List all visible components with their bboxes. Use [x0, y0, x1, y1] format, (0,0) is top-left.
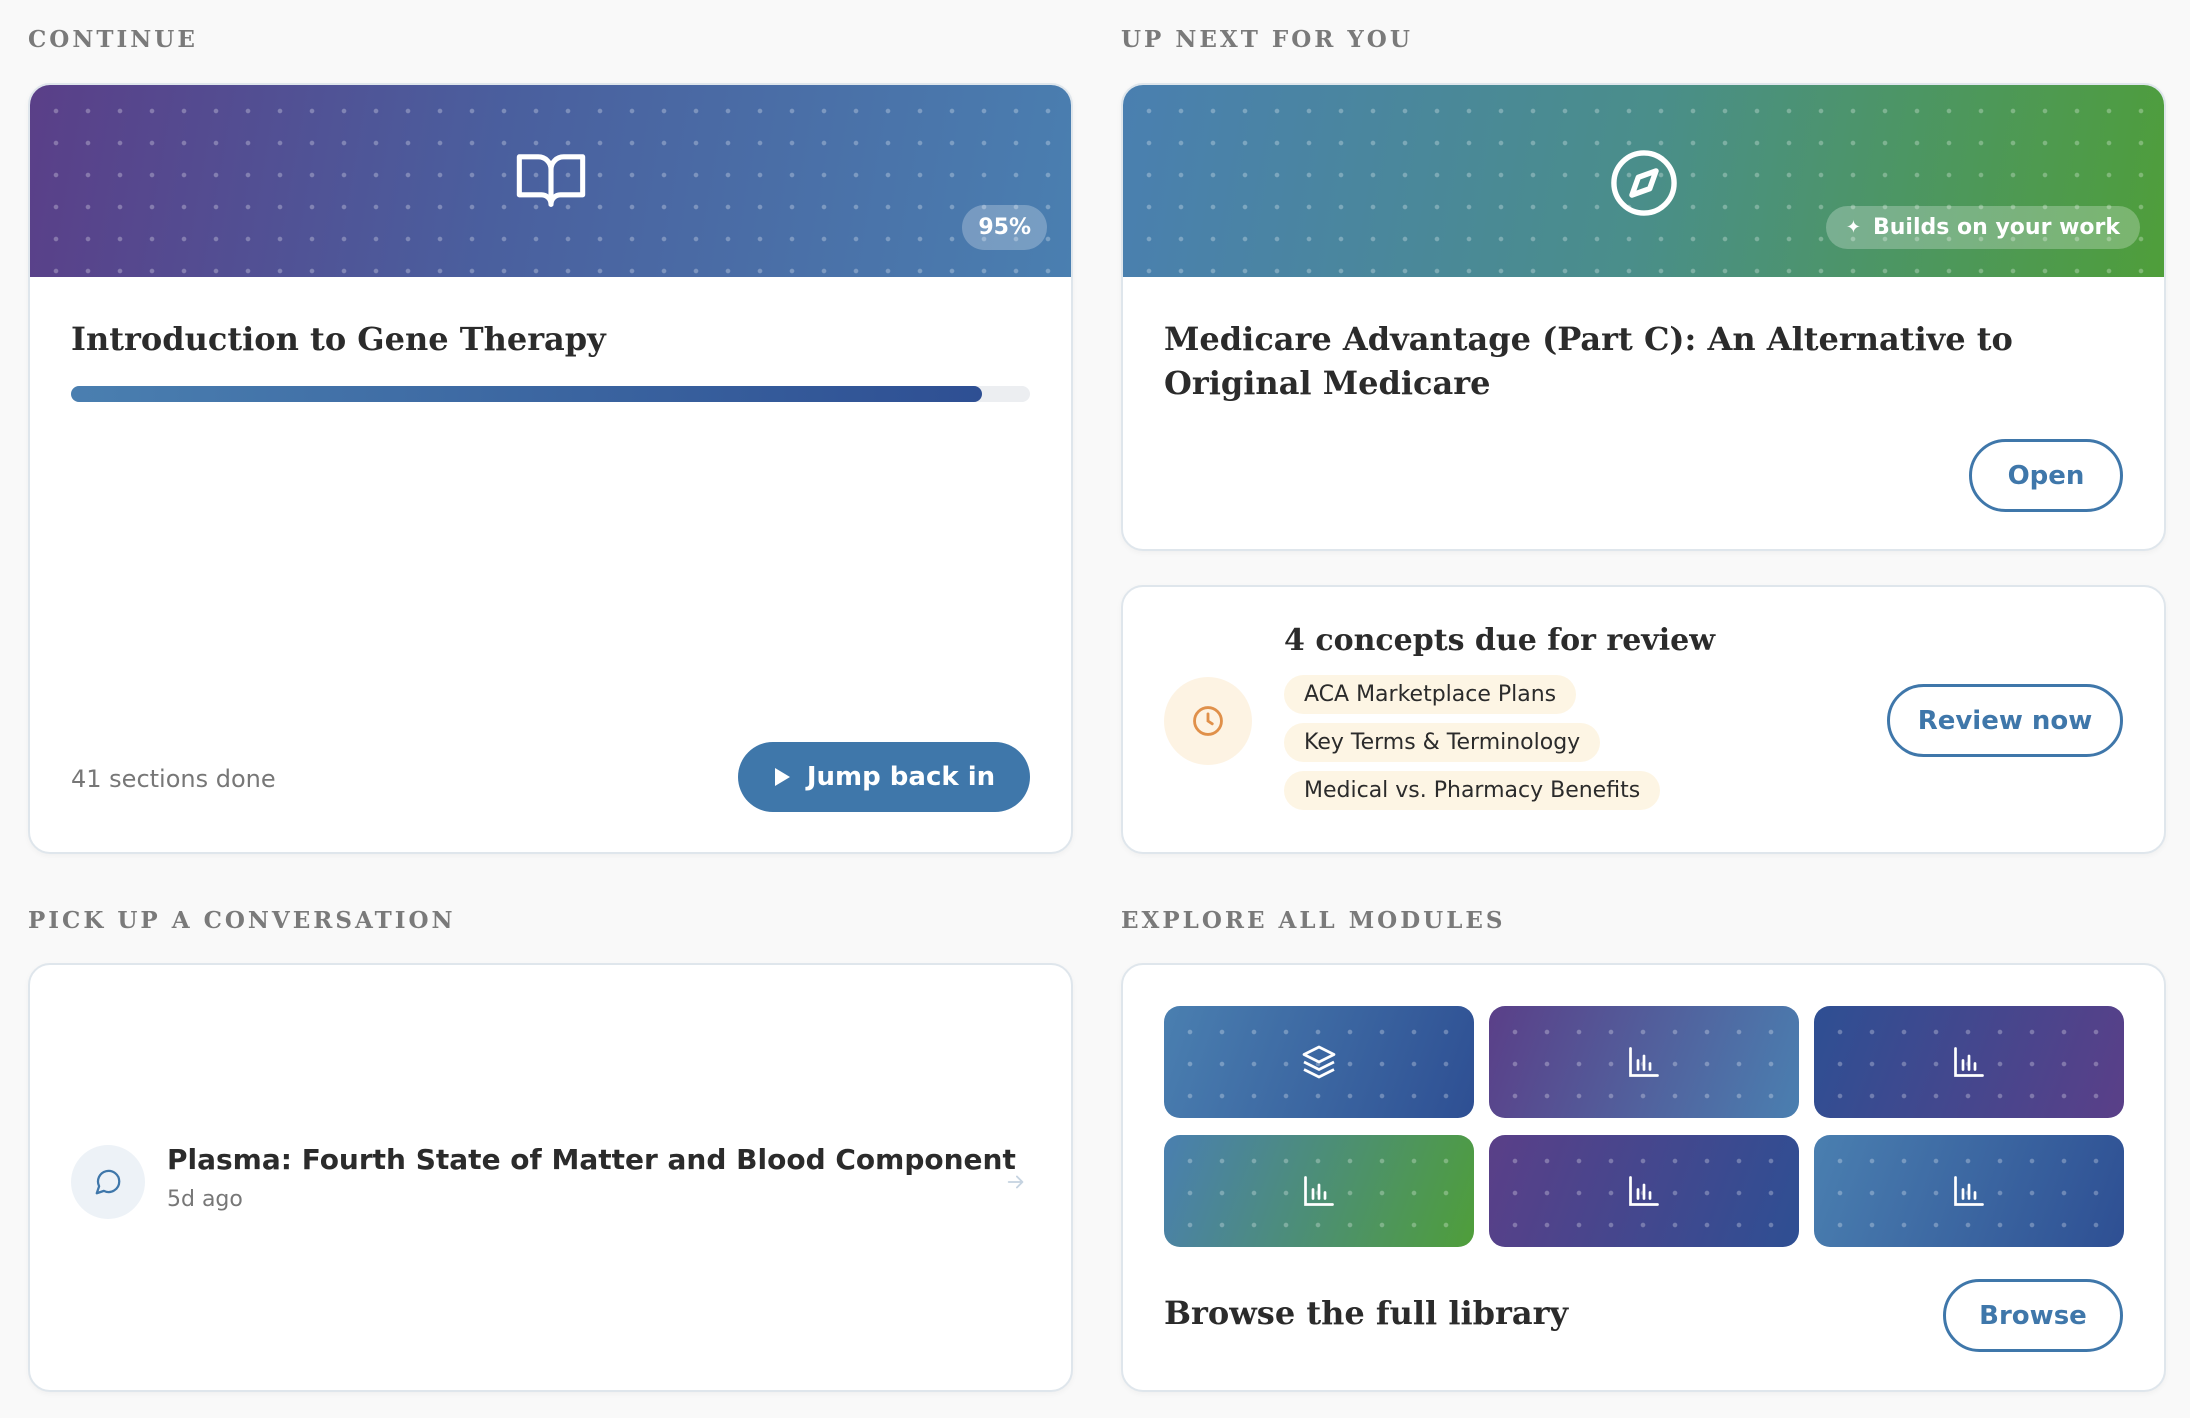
- review-card[interactable]: 4 concepts due for review ACA Marketplac…: [1121, 585, 2166, 854]
- bar-chart-icon: [1954, 1047, 1984, 1077]
- section-label-up-next: UP NEXT FOR YOU: [1121, 26, 1413, 53]
- explore-card[interactable]: Browse the full library Browse: [1121, 963, 2166, 1392]
- continue-banner: 95%: [30, 85, 1071, 277]
- clock-icon: [1193, 706, 1223, 736]
- jump-back-in-button[interactable]: Jump back in: [738, 742, 1030, 812]
- compass-icon: [1610, 150, 1677, 216]
- up-next-banner: ✦ Builds on your work: [1123, 85, 2164, 277]
- review-title: 4 concepts due for review: [1284, 623, 1716, 658]
- bar-chart-icon: [1304, 1176, 1334, 1206]
- review-now-button[interactable]: Review now: [1887, 684, 2123, 757]
- module-tile[interactable]: [1814, 1135, 2124, 1247]
- section-label-explore: EXPLORE ALL MODULES: [1121, 907, 1506, 934]
- concept-tag[interactable]: ACA Marketplace Plans: [1284, 675, 1577, 714]
- module-tile[interactable]: [1489, 1135, 1799, 1247]
- progress-percent-badge: 95%: [962, 205, 1047, 250]
- module-tile[interactable]: [1814, 1006, 2124, 1118]
- open-book-icon: [516, 154, 585, 207]
- conversation-icon-badge: [71, 1145, 145, 1219]
- jump-back-in-label: Jump back in: [806, 762, 996, 792]
- section-label-continue: CONTINUE: [28, 26, 198, 53]
- open-button[interactable]: Open: [1969, 439, 2123, 512]
- bar-chart-icon: [1629, 1176, 1659, 1206]
- module-tile[interactable]: [1489, 1006, 1799, 1118]
- browse-button[interactable]: Browse: [1943, 1279, 2123, 1352]
- conversation-title[interactable]: Plasma: Fourth State of Matter and Blood…: [167, 1143, 1016, 1176]
- continue-card[interactable]: 95% Introduction to Gene Therapy 41 sect…: [28, 83, 1073, 854]
- progress-fill: [71, 386, 983, 402]
- review-clock-badge: [1164, 677, 1252, 765]
- arrow-right-icon[interactable]: [1005, 1171, 1027, 1193]
- play-icon: [774, 768, 790, 786]
- layers-icon: [1302, 1045, 1336, 1079]
- builds-on-your-work-badge: ✦ Builds on your work: [1825, 206, 2140, 249]
- bar-chart-icon: [1954, 1176, 1984, 1206]
- sparkle-icon: ✦: [1845, 217, 1861, 238]
- up-next-title: Medicare Advantage (Part C): An Alternat…: [1164, 320, 2013, 402]
- chat-bubble-icon: [95, 1169, 121, 1195]
- module-tile[interactable]: [1164, 1006, 1474, 1118]
- concept-tag[interactable]: Key Terms & Terminology: [1284, 723, 1601, 762]
- section-label-conversation: PICK UP A CONVERSATION: [28, 907, 456, 934]
- browse-library-title: Browse the full library: [1164, 1294, 1569, 1332]
- conversation-card[interactable]: Plasma: Fourth State of Matter and Blood…: [28, 963, 1073, 1392]
- up-next-card[interactable]: ✦ Builds on your work Medicare Advantage…: [1121, 83, 2166, 551]
- review-concept-list: ACA Marketplace Plans Key Terms & Termin…: [1284, 675, 1804, 819]
- builds-badge-label: Builds on your work: [1873, 215, 2120, 240]
- conversation-time: 5d ago: [167, 1187, 243, 1212]
- bar-chart-icon: [1629, 1047, 1659, 1077]
- continue-title: Introduction to Gene Therapy: [71, 320, 606, 358]
- concept-tag[interactable]: Medical vs. Pharmacy Benefits: [1284, 771, 1661, 810]
- progress-bar: [71, 386, 1030, 402]
- sections-done-text: 41 sections done: [71, 765, 276, 793]
- module-tile[interactable]: [1164, 1135, 1474, 1247]
